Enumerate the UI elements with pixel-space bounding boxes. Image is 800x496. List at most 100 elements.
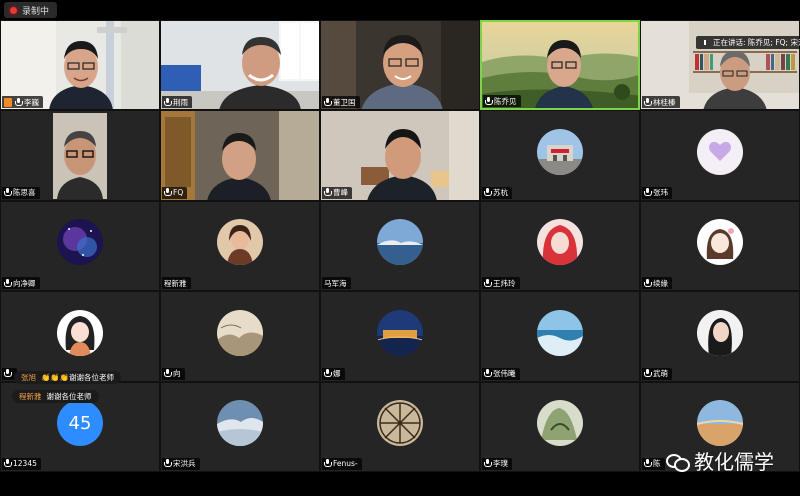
bottom-bar xyxy=(0,472,800,496)
participant-tile[interactable]: 林桂榛 xyxy=(640,20,800,111)
wechat-icon xyxy=(666,452,690,472)
participant-tile[interactable]: 陈思喜 xyxy=(0,110,160,201)
participant-avatar xyxy=(697,309,743,356)
chat-bubble[interactable]: 张旭 👏👏👏谢谢各位老师 xyxy=(14,371,122,384)
microphone-icon xyxy=(484,278,492,288)
participant-avatar xyxy=(697,129,743,176)
microphone-icon xyxy=(644,459,652,468)
participant-tile[interactable]: 李璞 xyxy=(480,381,640,472)
active-speaker-text: 正在讲话: 陈乔见; FQ; 宋洪 xyxy=(713,38,800,47)
microphone-icon xyxy=(4,369,12,378)
microphone-icon xyxy=(644,188,652,197)
microphone-icon xyxy=(485,96,493,106)
participant-nametag: 张伟曦 xyxy=(482,367,520,380)
participant-avatar xyxy=(697,219,743,266)
participant-tile[interactable]: 娜 xyxy=(320,291,480,382)
participant-name: 武萌 xyxy=(653,369,668,379)
participant-tile[interactable]: 程新雅 xyxy=(160,200,320,292)
microphone-icon xyxy=(164,188,172,197)
microphone-icon xyxy=(164,97,172,107)
participant-avatar xyxy=(377,400,423,447)
chat-text: 👏👏👏谢谢各位老师 xyxy=(41,373,115,382)
microphone-icon xyxy=(15,97,23,107)
participant-nametag: FQ xyxy=(162,186,188,199)
participant-name: 张玮 xyxy=(653,188,668,198)
participant-tile[interactable]: 荆雨 xyxy=(160,20,320,111)
participant-nametag: 张玮 xyxy=(642,186,672,199)
participant-tile[interactable]: 王炜玲 xyxy=(480,200,640,292)
microphone-icon xyxy=(484,369,492,378)
participant-name: 宋洪兵 xyxy=(173,459,196,469)
watermark-text: 教化儒学 xyxy=(694,450,774,474)
microphone-icon xyxy=(324,97,332,107)
participant-name: 王炜玲 xyxy=(493,278,516,288)
participant-nametag: 续缘 xyxy=(642,277,672,290)
microphone-icon xyxy=(644,278,652,288)
participant-name: 苏杭 xyxy=(493,188,508,198)
microphone-icon xyxy=(484,188,492,197)
participant-tile[interactable]: 武萌 xyxy=(640,291,800,382)
participant-avatar xyxy=(537,400,583,447)
participant-name: Fenus- xyxy=(333,459,358,469)
participant-avatar xyxy=(217,309,263,356)
participant-name: FQ xyxy=(173,188,184,198)
participant-name: 张伟曦 xyxy=(493,369,516,379)
microphone-icon xyxy=(644,369,652,378)
participant-tile[interactable]: 马军海 xyxy=(320,200,480,292)
participant-tile[interactable]: 董卫国 xyxy=(320,20,480,111)
chat-bubble[interactable]: 程新雅 谢谢各位老师 xyxy=(12,390,99,403)
participant-avatar xyxy=(537,129,583,176)
participant-tile[interactable]: 张伟曦 xyxy=(480,291,640,382)
participant-name: 程新雅 xyxy=(164,278,187,288)
participant-avatar xyxy=(217,400,263,447)
participant-nametag: 向 xyxy=(162,367,185,380)
participant-nametag: 苏杭 xyxy=(482,186,512,199)
participant-name: 马军海 xyxy=(324,278,347,288)
participant-tile[interactable]: 李巍 xyxy=(0,20,160,111)
participant-tile[interactable]: FQ xyxy=(160,110,320,201)
participant-tile[interactable]: Fenus- xyxy=(320,381,480,472)
microphone-icon xyxy=(164,369,172,378)
speaker-icon xyxy=(704,40,709,45)
microphone-icon xyxy=(324,459,332,468)
participant-name: 李巍 xyxy=(24,97,39,107)
recording-indicator[interactable]: 录制中 xyxy=(4,2,58,18)
participant-nametag: 荆雨 xyxy=(162,96,192,109)
participant-nametag: 程新雅 xyxy=(162,277,191,290)
participant-tile[interactable] xyxy=(0,291,160,382)
participant-nametag: 向净卿 xyxy=(2,277,40,290)
brand-watermark: 教化儒学 xyxy=(666,446,774,475)
participant-avatar xyxy=(377,219,423,266)
chat-sender: 张旭 xyxy=(21,373,36,382)
participant-name: 向净卿 xyxy=(13,278,36,288)
microphone-icon xyxy=(324,369,332,378)
participant-nametag: 宋洪兵 xyxy=(162,457,200,470)
participant-name: 李璞 xyxy=(493,459,508,469)
participant-name: 荆雨 xyxy=(173,97,188,107)
participant-tile-active[interactable]: 陈乔见 xyxy=(480,20,640,111)
participant-name: 曹峰 xyxy=(333,188,348,198)
participant-tile[interactable]: 向净卿 xyxy=(0,200,160,292)
participant-nametag: 林桂榛 xyxy=(642,96,680,109)
participant-nametag: 12345 xyxy=(2,457,41,470)
participant-tile[interactable]: 宋洪兵 xyxy=(160,381,320,472)
participant-name: 陈 xyxy=(653,459,661,469)
participant-name: 陈思喜 xyxy=(13,188,36,198)
participant-nametag: 李璞 xyxy=(482,457,512,470)
participant-tile[interactable]: 向 xyxy=(160,291,320,382)
participant-tile[interactable]: 苏杭 xyxy=(480,110,640,201)
microphone-icon xyxy=(324,188,332,197)
participant-name: 陈乔见 xyxy=(494,96,517,106)
microphone-icon xyxy=(484,459,492,468)
participant-avatar xyxy=(537,219,583,266)
recording-bar: 录制中 xyxy=(0,0,800,20)
recording-label: 录制中 xyxy=(22,6,50,17)
active-speaker-banner: 正在讲话: 陈乔见; FQ; 宋洪 xyxy=(696,36,800,49)
participant-avatar xyxy=(377,309,423,356)
participant-name: 向 xyxy=(173,369,181,379)
participant-tile[interactable]: 曹峰 xyxy=(320,110,480,201)
participant-avatar xyxy=(537,309,583,356)
participant-name: 娜 xyxy=(333,369,341,379)
participant-tile[interactable]: 续缘 xyxy=(640,200,800,292)
participant-tile[interactable]: 张玮 xyxy=(640,110,800,201)
